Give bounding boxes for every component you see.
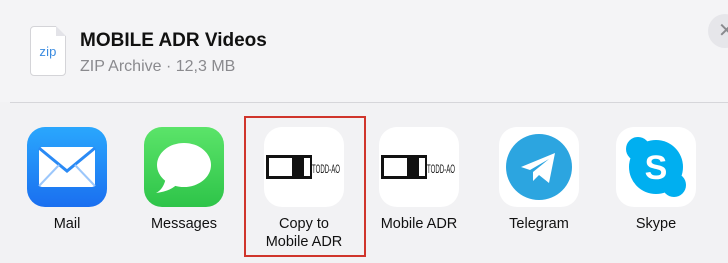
app-telegram[interactable]: Telegram xyxy=(484,103,594,263)
app-label-skype: Skype xyxy=(635,216,677,232)
app-messages[interactable]: Messages xyxy=(129,103,239,263)
skype-icon: S xyxy=(616,127,696,207)
todd-ao-logo-text: TODD-AO xyxy=(427,162,455,176)
share-sheet: zip MOBILE ADR Videos ZIP Archive · 12,3… xyxy=(0,0,728,263)
app-mobile-adr[interactable]: TODD-AO Mobile ADR xyxy=(364,103,474,263)
close-icon: ✕ xyxy=(718,20,728,42)
highlight-box xyxy=(244,116,366,257)
file-meta: ZIP Archive · 12,3 MB xyxy=(80,58,236,75)
file-extension: zip xyxy=(39,44,57,59)
app-skype[interactable]: S Skype xyxy=(601,103,711,263)
zip-file-icon: zip xyxy=(30,26,66,76)
todd-ao-icon: TODD-AO xyxy=(379,127,459,207)
file-fold xyxy=(56,26,66,36)
skype-logo-letter: S xyxy=(645,149,668,187)
app-mail[interactable]: Mail xyxy=(12,103,122,263)
app-label-messages: Messages xyxy=(150,216,218,232)
app-label-mobile-adr: Mobile ADR xyxy=(380,216,458,232)
close-button[interactable]: ✕ xyxy=(708,14,728,48)
app-label-telegram: Telegram xyxy=(509,216,569,232)
messages-icon xyxy=(144,127,224,207)
file-title: MOBILE ADR Videos xyxy=(80,30,267,51)
app-label-mail: Mail xyxy=(53,216,81,232)
mail-icon xyxy=(27,127,107,207)
share-header: zip MOBILE ADR Videos ZIP Archive · 12,3… xyxy=(0,0,728,102)
telegram-icon xyxy=(499,127,579,207)
